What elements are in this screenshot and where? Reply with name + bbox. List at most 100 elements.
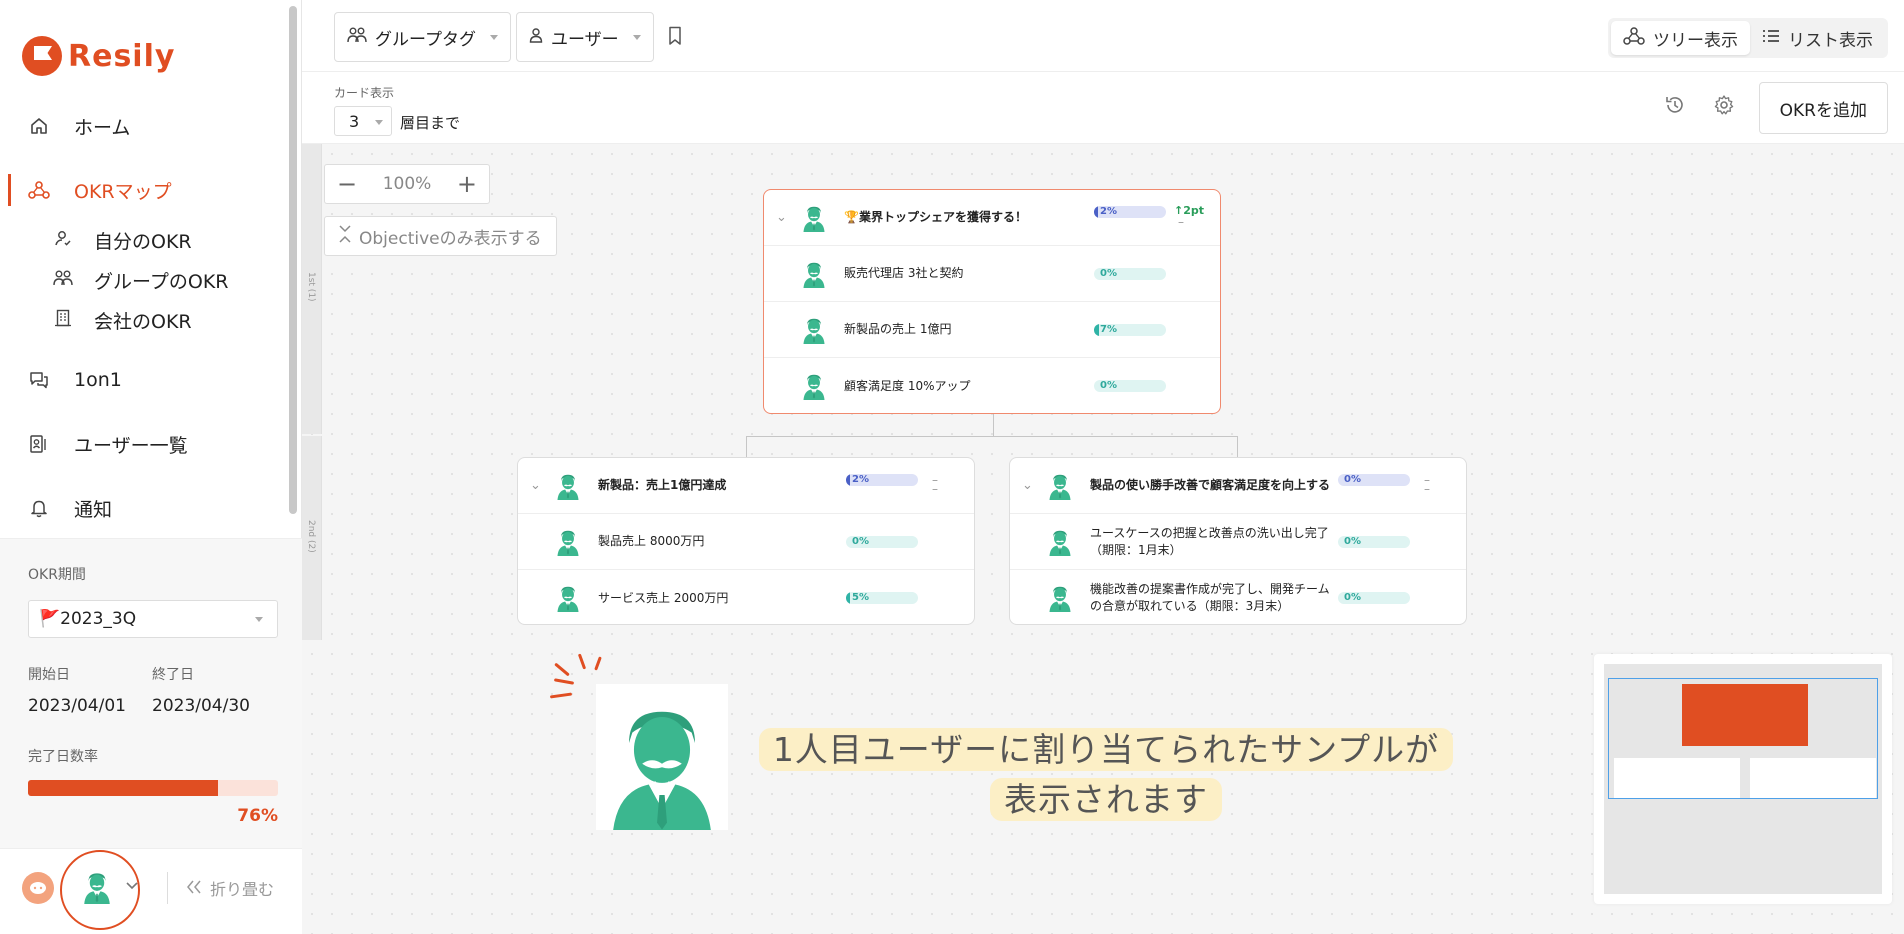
key-result-row[interactable]: ユースケースの把握と改善点の洗い出し完了（期限：1月末） 0% (1010, 514, 1466, 570)
collapse-sidebar-button[interactable]: 折り畳む (186, 876, 274, 900)
avatar (1046, 472, 1074, 500)
chat-icon (28, 369, 50, 391)
add-okr-button[interactable]: OKRを追加 (1758, 82, 1888, 134)
okr-card-left[interactable]: ⌄ 新製品：売上1億円達成 2% – – 製品売上 8000万円 0% サービス売… (517, 457, 975, 625)
bookmark-icon[interactable] (668, 26, 682, 50)
group-tag-label: グループタグ (375, 29, 476, 50)
chevron-down-icon (255, 617, 263, 622)
okr-period-panel (0, 538, 302, 848)
key-result-row[interactable]: 機能改善の提案書作成が完了し、開発チームの合意が取れている（期限：3月末） 0% (1010, 570, 1466, 626)
progress-value: 0% (1344, 474, 1361, 485)
logo[interactable]: Resily (22, 36, 175, 76)
avatar (554, 584, 582, 612)
key-result-row[interactable]: サービス売上 2000万円 5% (518, 570, 974, 626)
objective-title: 🏆業界トップシェアを獲得する！ (844, 210, 1027, 224)
user-filter[interactable]: ユーザー (516, 12, 654, 62)
key-result-row[interactable]: 製品売上 8000万円 0% (518, 514, 974, 570)
okr-period-label: OKR期間 (28, 567, 86, 583)
footer-divider (167, 872, 168, 904)
nav-okr-map-label: OKRマップ (74, 180, 172, 203)
chevron-down-icon[interactable] (126, 878, 138, 894)
start-date-value: 2023/04/01 (28, 696, 126, 716)
key-result-row[interactable]: 顧客満足度 10%アップ 0% (764, 358, 1220, 414)
sample-user-avatar (596, 684, 728, 830)
objective-row[interactable]: ⌄ 製品の使い勝手改善で顧客満足度を向上する 0% – – (1010, 458, 1466, 514)
nav-user-list[interactable]: ユーザー一覧 (0, 424, 290, 464)
view-toggle: ツリー表示 リスト表示 (1608, 18, 1888, 58)
okr-card-right[interactable]: ⌄ 製品の使い勝手改善で顧客満足度を向上する 0% – – ユースケースの把握と改… (1009, 457, 1467, 625)
collapse-vertical-icon (339, 224, 351, 249)
gear-icon[interactable] (1713, 94, 1735, 122)
trend-dash: – – (1424, 473, 1430, 496)
objective-title: 新製品：売上1億円達成 (598, 478, 727, 492)
avatar (554, 472, 582, 500)
support-chat-icon[interactable] (22, 872, 54, 904)
nav-notifications[interactable]: 通知 (0, 488, 290, 528)
objective-row[interactable]: ⌄ 🏆業界トップシェアを獲得する！ 2% ↑2pt – (764, 190, 1220, 246)
sub-my-okr-label: 自分のOKR (94, 230, 192, 253)
avatar[interactable] (80, 870, 114, 904)
nav-home[interactable]: ホーム (0, 106, 290, 146)
okr-period-select[interactable]: 🚩2023_3Q (28, 600, 278, 638)
chevron-down-icon[interactable]: ⌄ (1022, 478, 1033, 493)
avatar (554, 528, 582, 556)
objective-only-toggle[interactable]: Objectiveのみ表示する (324, 216, 557, 256)
card-depth-select[interactable]: 3 (334, 106, 392, 136)
objective-progress-bar: 2% (846, 474, 918, 486)
user-filter-label: ユーザー (551, 29, 619, 50)
list-view-button[interactable]: リスト表示 (1750, 21, 1885, 55)
connector (993, 414, 994, 436)
objective-title: 製品の使い勝手改善で顧客満足度を向上する (1090, 478, 1331, 492)
key-result-title: 機能改善の提案書作成が完了し、開発チームの合意が取れている（期限：3月末） (1090, 582, 1330, 613)
avatar (800, 372, 828, 400)
annotation-line-1-text: 1人目ユーザーに割り当てられたサンプルが (758, 728, 1454, 771)
key-result-row[interactable]: 販売代理店 3社と契約 0% (764, 246, 1220, 302)
okr-period-value: 🚩2023_3Q (39, 609, 137, 629)
minimap-viewport[interactable] (1608, 678, 1878, 799)
tree-view-button[interactable]: ツリー表示 (1611, 21, 1750, 55)
group-icon (52, 269, 74, 292)
card-depth-suffix: 層目まで (400, 114, 461, 132)
zoom-out-button[interactable]: − (337, 170, 357, 198)
completion-label: 完了日数率 (28, 749, 98, 765)
okr-map-icon (28, 179, 50, 201)
key-result-progress-bar: 5% (846, 592, 918, 604)
avatar (800, 204, 828, 232)
trend-dash: – (1178, 215, 1184, 229)
sub-my-okr[interactable]: 自分のOKR (52, 224, 192, 256)
avatar (1046, 584, 1074, 612)
progress-value: 2% (1100, 206, 1117, 217)
progress-fill (1094, 324, 1100, 336)
nav-user-list-label: ユーザー一覧 (74, 434, 188, 457)
minimap-area (1604, 664, 1882, 894)
objective-progress-bar: 2% (1094, 206, 1166, 218)
chevron-down-icon[interactable]: ⌄ (530, 478, 541, 493)
progress-fill (846, 592, 851, 604)
sub-group-okr[interactable]: グループのOKR (52, 264, 228, 296)
key-result-title: 新製品の売上 1億円 (844, 322, 952, 336)
objective-only-label: Objectiveのみ表示する (359, 228, 542, 249)
chevron-down-icon (375, 120, 383, 125)
collapse-label: 折り畳む (210, 880, 275, 899)
okr-card-top[interactable]: ⌄ 🏆業界トップシェアを獲得する！ 2% ↑2pt – 販売代理店 3社と契約 … (763, 189, 1221, 414)
chevron-down-icon[interactable]: ⌄ (776, 210, 787, 225)
progress-fill (846, 474, 851, 486)
objective-row[interactable]: ⌄ 新製品：売上1億円達成 2% – – (518, 458, 974, 514)
key-result-title: ユースケースの把握と改善点の洗い出し完了（期限：1月末） (1090, 525, 1329, 557)
key-result-row[interactable]: 新製品の売上 1億円 7% (764, 302, 1220, 358)
history-icon[interactable] (1664, 94, 1686, 122)
annotation-line-2: 表示されます (736, 776, 1476, 824)
list-view-label: リスト表示 (1788, 30, 1873, 51)
progress-value: 2% (852, 474, 869, 485)
nav-okr-map[interactable]: OKRマップ (0, 170, 290, 210)
minimap[interactable] (1594, 654, 1892, 904)
sub-company-okr[interactable]: 会社のOKR (52, 304, 192, 336)
group-tag-filter[interactable]: グループタグ (334, 12, 511, 62)
avatar (800, 260, 828, 288)
sidebar-scrollbar[interactable] (289, 6, 297, 514)
nav-1on1[interactable]: 1on1 (0, 360, 290, 400)
zoom-in-button[interactable]: + (457, 170, 477, 198)
chevron-down-icon (632, 34, 641, 40)
trend-dash: – – (932, 473, 938, 496)
lane-1st-label: 1st (1) (306, 272, 316, 302)
